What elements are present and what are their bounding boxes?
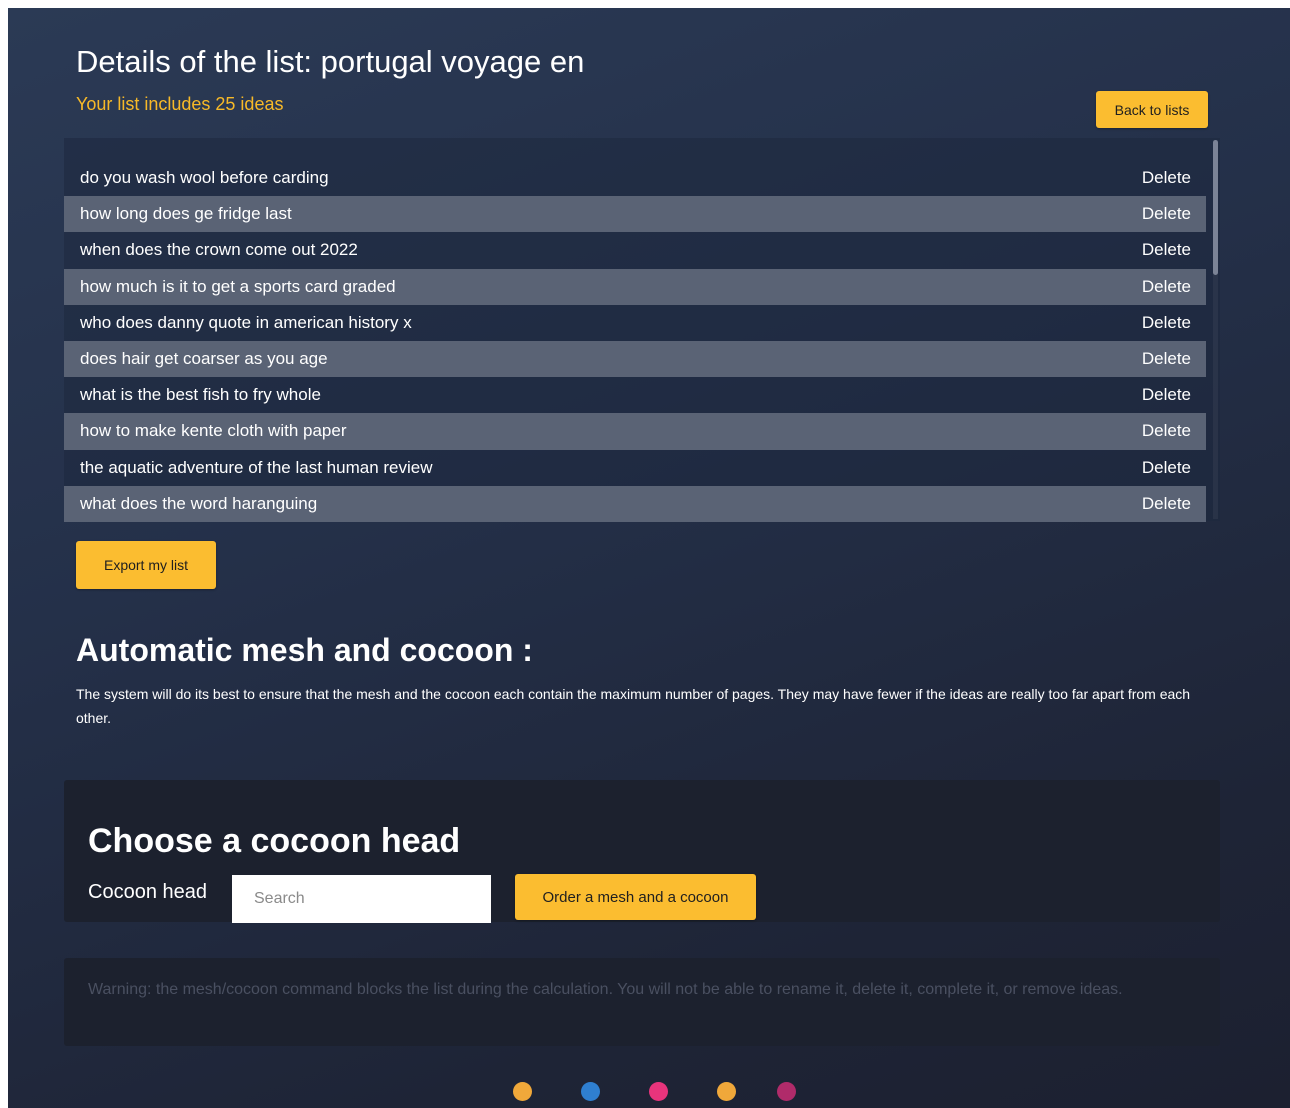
cocoon-panel: Choose a cocoon head Cocoon head Order a… [64,780,1220,923]
order-mesh-cocoon-button[interactable]: Order a mesh and a cocoon [515,874,756,920]
idea-text: how to make kente cloth with paper [80,421,347,441]
list-item: what does the word haranguing Delete [64,485,1206,522]
loading-dot [649,1082,668,1101]
delete-idea-button[interactable]: Delete [1142,204,1191,224]
loading-dot [513,1082,532,1101]
delete-idea-button[interactable]: Delete [1142,494,1191,514]
idea-text: who does danny quote in american history… [80,312,412,332]
delete-idea-button[interactable]: Delete [1142,313,1191,333]
list-item: how much is it to get a sports card grad… [64,268,1206,305]
delete-idea-button[interactable]: Delete [1142,385,1191,405]
list-scrollbar[interactable] [1213,140,1218,519]
idea-text: what does the word haranguing [80,493,318,513]
idea-text: the aquatic adventure of the last human … [80,457,433,477]
loading-dot [717,1082,736,1101]
idea-text: does hair get coarser as you age [80,349,328,369]
section-description: The system will do its best to ensure th… [76,686,1191,726]
loading-dots [8,1082,1290,1104]
section-title: Automatic mesh and cocoon : [76,632,533,668]
loading-dot [777,1082,796,1101]
page-title: Details of the list: portugal voyage en [76,44,585,79]
list-item: does hair get coarser as you age Delete [64,340,1206,378]
list-item: the aquatic adventure of the last human … [64,450,1206,486]
delete-idea-button[interactable]: Delete [1142,421,1191,441]
idea-text: how much is it to get a sports card grad… [80,276,396,296]
loading-dot [581,1082,600,1101]
idea-list-rows: do you wash wool before carding Delete how… [64,160,1206,522]
cocoon-panel-title: Choose a cocoon head [88,822,461,860]
list-item: how long does ge fridge last Delete [64,196,1206,233]
delete-idea-button[interactable]: Delete [1142,349,1191,369]
idea-text: do you wash wool before carding [80,168,329,188]
warning-box: Warning: the mesh/cocoon command blocks … [64,958,1220,1046]
export-list-button[interactable]: Export my list [76,541,216,589]
idea-text: how long does ge fridge last [80,204,292,224]
list-item: how to make kente cloth with paper Delete [64,413,1206,450]
cocoon-head-label: Cocoon head [88,881,207,903]
scrollbar-thumb[interactable] [1213,140,1218,275]
idea-text: what is the best fish to fry whole [80,385,321,405]
delete-idea-button[interactable]: Delete [1142,458,1191,478]
idea-list[interactable]: do you wash wool before carding Delete how… [64,138,1220,522]
back-to-lists-button[interactable]: Back to lists [1096,91,1208,128]
warning-text: Warning: the mesh/cocoon command blocks … [88,981,1123,998]
page: Details of the list: portugal voyage en … [8,8,1290,1108]
delete-idea-button[interactable]: Delete [1142,277,1191,297]
delete-idea-button[interactable]: Delete [1142,168,1191,188]
list-item: who does danny quote in american history… [64,305,1206,341]
cocoon-head-search-input[interactable] [232,875,491,923]
list-item: do you wash wool before carding Delete [64,160,1206,196]
idea-count: Your list includes 25 ideas [76,94,284,114]
list-item: what is the best fish to fry whole Delete [64,377,1206,413]
list-item: when does the crown come out 2022 Delete [64,232,1206,268]
delete-idea-button[interactable]: Delete [1142,240,1191,260]
idea-text: when does the crown come out 2022 [80,240,358,260]
